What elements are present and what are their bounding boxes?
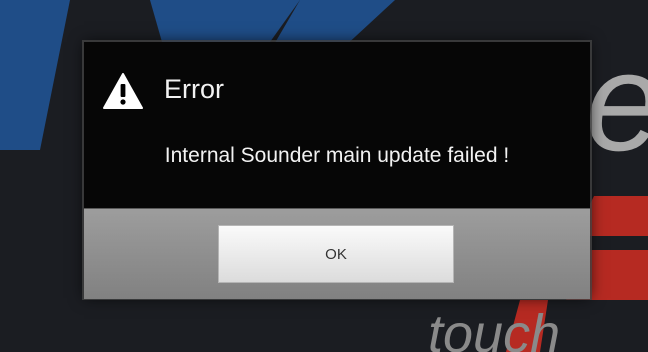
background-logo-text: touch [428,304,560,352]
ok-button[interactable]: OK [218,225,454,283]
svg-text:e: e [585,23,648,180]
error-dialog: Error Internal Sounder main update faile… [84,42,590,299]
warning-icon [103,73,143,109]
dialog-title: Error [164,74,224,104]
dialog-button-bar: OK [84,208,590,299]
dialog-title-bar: Error [84,42,590,112]
dialog-message: Internal Sounder main update failed ! [164,144,510,167]
